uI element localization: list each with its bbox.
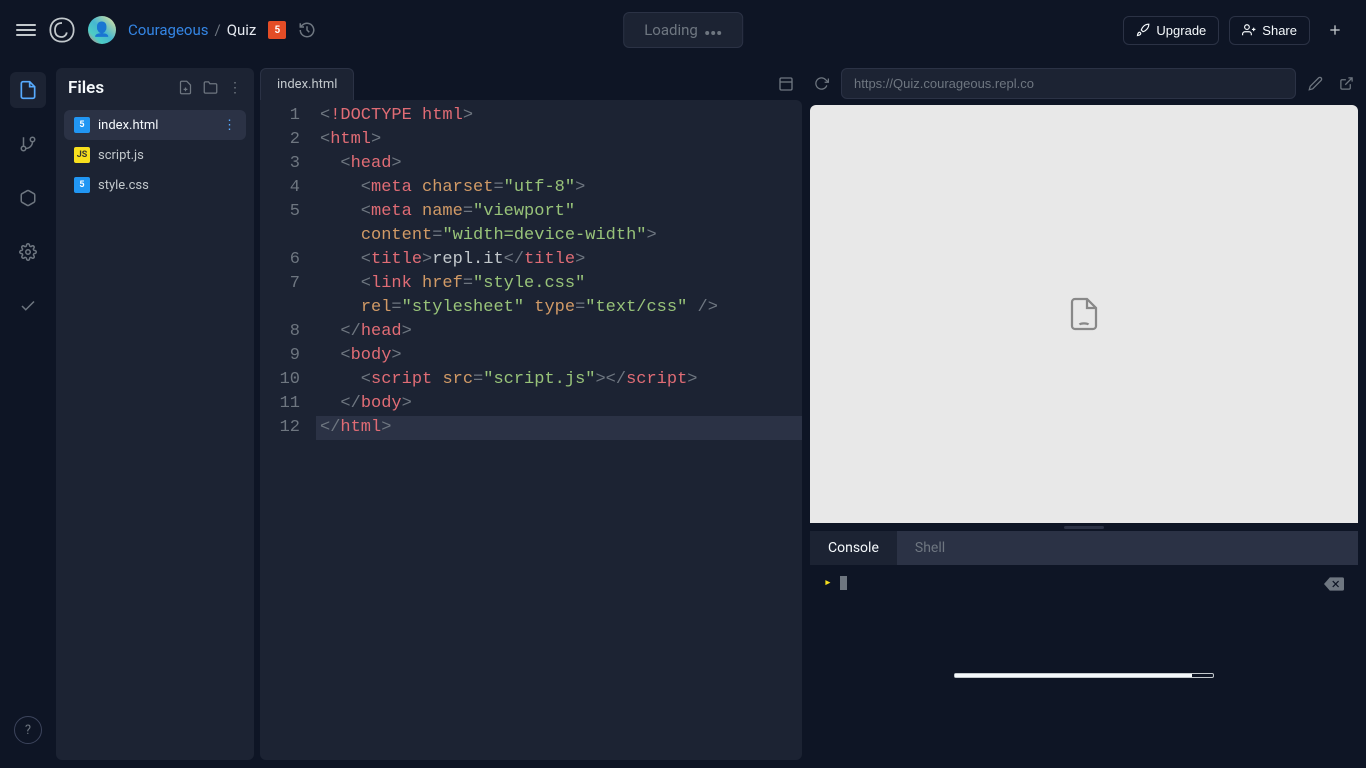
files-header: Files ⋮ (64, 78, 246, 98)
share-button[interactable]: Share (1229, 16, 1310, 45)
files-actions: ⋮ (178, 80, 242, 96)
rail-settings-button[interactable] (10, 234, 46, 270)
gear-icon (19, 243, 37, 261)
refresh-icon (814, 76, 829, 91)
console-cursor (840, 576, 847, 590)
history-icon[interactable] (298, 21, 316, 39)
external-link-icon (1339, 76, 1354, 91)
replit-logo-icon[interactable] (48, 16, 76, 44)
preview-frame (810, 105, 1358, 523)
css-file-icon: 5 (74, 177, 90, 193)
new-folder-button[interactable] (203, 80, 218, 96)
file-item[interactable]: JS script.js (64, 140, 246, 170)
rail-check-button[interactable] (10, 288, 46, 324)
refresh-button[interactable] (810, 72, 833, 95)
resize-handle[interactable] (810, 523, 1358, 531)
user-plus-icon (1242, 23, 1256, 37)
edit-url-button[interactable] (1304, 72, 1327, 95)
sidebar-rail: ? (0, 60, 56, 768)
rail-files-button[interactable] (10, 72, 46, 108)
breadcrumb-user[interactable]: Courageous (128, 21, 208, 39)
editor-tabs: index.html (260, 68, 802, 100)
loading-dots-icon (704, 21, 722, 39)
add-tab-button[interactable] (1320, 15, 1350, 45)
code-editor[interactable]: 123456789101112 <!DOCTYPE html><html> <h… (260, 100, 802, 760)
layout-icon (778, 76, 794, 92)
file-item[interactable]: 5 index.html ⋮ (64, 110, 246, 140)
files-panel: Files ⋮ 5 index.html ⋮ JS script.js 5 style.cs… (56, 68, 254, 760)
code-content[interactable]: <!DOCTYPE html><html> <head> <meta chars… (316, 104, 802, 440)
breadcrumb: Courageous / Quiz (128, 21, 256, 39)
main-area: ? Files ⋮ 5 index.html ⋮ JS script.js 5 style.… (0, 60, 1366, 768)
upgrade-button[interactable]: Upgrade (1123, 16, 1219, 45)
upgrade-label: Upgrade (1156, 23, 1206, 38)
header-right: Upgrade Share (1123, 15, 1350, 45)
tab-shell[interactable]: Shell (897, 531, 963, 565)
breadcrumb-project[interactable]: Quiz (227, 21, 257, 39)
new-file-button[interactable] (178, 80, 193, 96)
breadcrumb-sep: / (214, 21, 220, 39)
box-icon (19, 189, 37, 207)
folder-plus-icon (203, 80, 218, 95)
preview-area: Console Shell ▸ (810, 68, 1358, 760)
hamburger-icon[interactable] (16, 21, 36, 39)
editor-tab[interactable]: index.html (260, 68, 354, 100)
url-bar (810, 68, 1358, 99)
files-title: Files (68, 78, 104, 98)
file-icon (18, 80, 38, 100)
editor-area: index.html 123456789101112 <!DOCTYPE htm… (260, 68, 802, 760)
console-tabs: Console Shell (810, 531, 1358, 565)
broken-page-icon (1066, 296, 1102, 332)
rail-packages-button[interactable] (10, 180, 46, 216)
editor-layout-button[interactable] (778, 76, 794, 92)
plus-icon (1327, 22, 1343, 38)
tab-console[interactable]: Console (810, 531, 897, 565)
console-clear-button[interactable] (1324, 577, 1344, 591)
help-button[interactable]: ? (14, 716, 42, 744)
open-external-button[interactable] (1335, 72, 1358, 95)
file-list: 5 index.html ⋮ JS script.js 5 style.css (64, 110, 246, 200)
user-avatar[interactable]: 👤 (88, 16, 116, 44)
file-plus-icon (178, 80, 193, 95)
header-left: 👤 Courageous / Quiz 5 (16, 16, 316, 44)
rail-bottom: ? (14, 716, 42, 744)
html5-icon: 5 (268, 21, 286, 39)
line-gutter: 123456789101112 (260, 104, 316, 440)
branch-icon (19, 135, 37, 153)
console-prompt-icon: ▸ (824, 575, 832, 590)
backspace-icon (1324, 577, 1344, 591)
progress-fill (955, 674, 1192, 677)
console-body[interactable]: ▸ (810, 565, 1358, 760)
file-name: style.css (98, 178, 149, 193)
rocket-icon (1136, 23, 1150, 37)
loading-indicator: Loading (623, 12, 743, 48)
check-icon (19, 297, 37, 315)
rail-vcs-button[interactable] (10, 126, 46, 162)
loading-label: Loading (644, 21, 698, 39)
files-more-button[interactable]: ⋮ (228, 80, 242, 96)
js-file-icon: JS (74, 147, 90, 163)
share-label: Share (1262, 23, 1297, 38)
file-more-button[interactable]: ⋮ (223, 118, 236, 133)
html-file-icon: 5 (74, 117, 90, 133)
pencil-icon (1308, 76, 1323, 91)
file-name: script.js (98, 148, 144, 163)
file-name: index.html (98, 118, 158, 133)
progress-bar (954, 673, 1214, 678)
url-input[interactable] (841, 68, 1296, 99)
app-header: 👤 Courageous / Quiz 5 Loading Upgrade Sh… (0, 0, 1366, 60)
file-item[interactable]: 5 style.css (64, 170, 246, 200)
